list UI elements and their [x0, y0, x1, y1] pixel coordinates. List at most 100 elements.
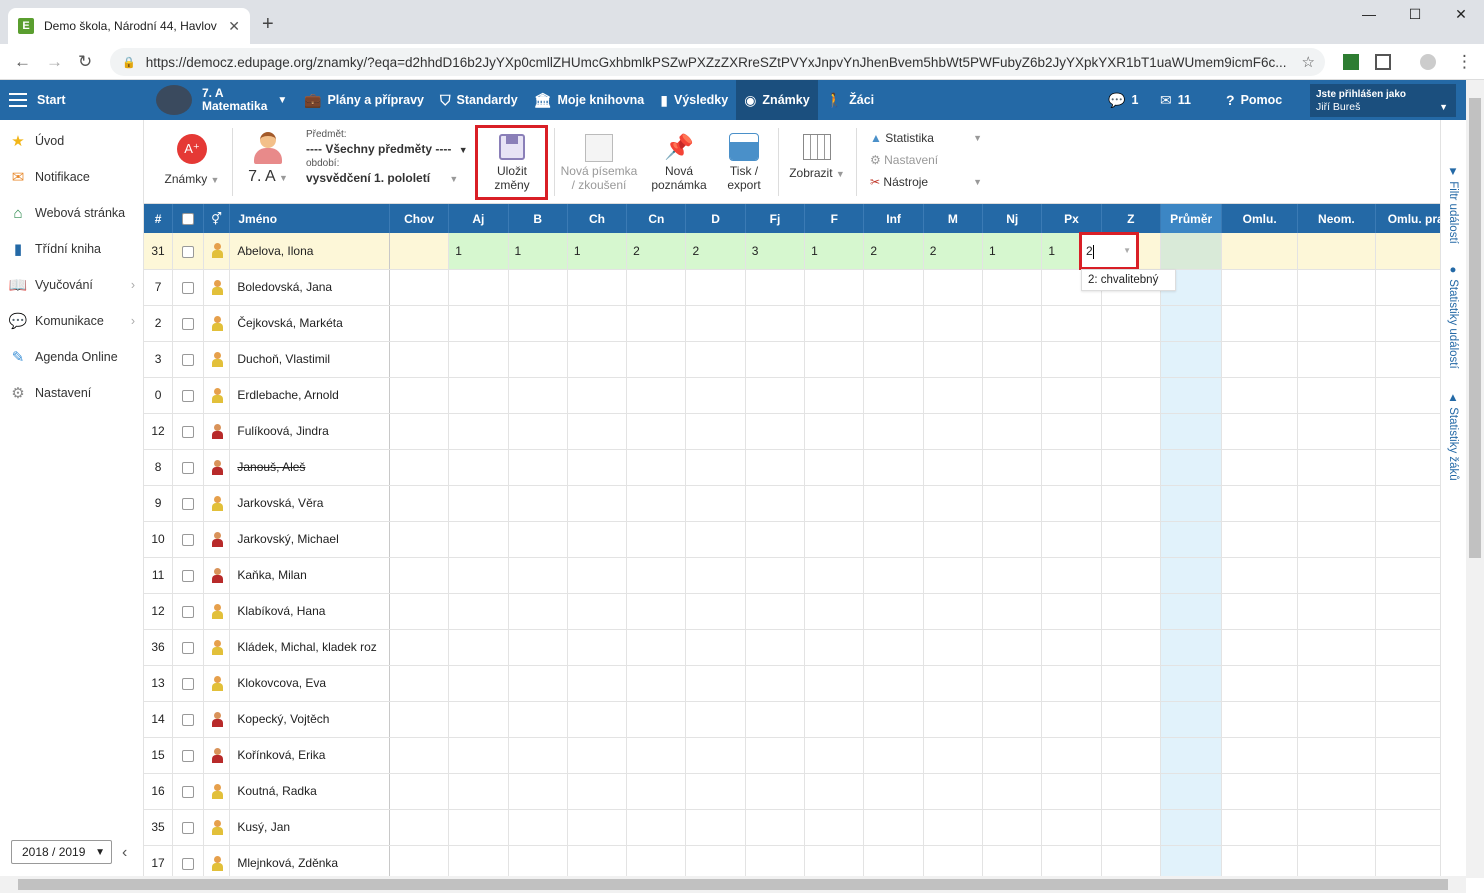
grade-cell-inf[interactable]: [863, 665, 924, 702]
grade-cell-cn[interactable]: [626, 593, 687, 630]
grade-cell-m[interactable]: [923, 521, 984, 558]
grade-cell-m[interactable]: 2: [923, 233, 984, 270]
row-select-cell[interactable]: [172, 629, 204, 666]
sidebar-item-komunikace[interactable]: 💬 Komunikace ›: [0, 303, 143, 339]
row-select-cell[interactable]: [172, 341, 204, 378]
mail-button[interactable]: ✉ 11: [1152, 80, 1199, 120]
grade-cell-px[interactable]: [1041, 485, 1102, 522]
row-select-cell[interactable]: [172, 377, 204, 414]
grade-cell-m[interactable]: [923, 377, 984, 414]
grade-cell-nj[interactable]: [982, 413, 1043, 450]
view-options-button[interactable]: Zobrazit ▼: [784, 134, 850, 181]
grade-cell-px[interactable]: [1041, 701, 1102, 738]
grade-cell-d[interactable]: [685, 377, 746, 414]
grade-cell-ch[interactable]: [567, 413, 628, 450]
row-select-cell[interactable]: [172, 269, 204, 306]
table-row[interactable]: 14 Kopecký, Vojtěch: [144, 701, 1440, 738]
row-select-cell[interactable]: [172, 701, 204, 738]
table-row[interactable]: 17 Mlejnková, Zděnka: [144, 845, 1440, 876]
row-checkbox[interactable]: [181, 677, 194, 690]
grade-cell-chov[interactable]: [389, 629, 450, 666]
grade-cell-m[interactable]: [923, 269, 984, 306]
grade-cell-inf[interactable]: [863, 485, 924, 522]
row-select-cell[interactable]: [172, 485, 204, 522]
grade-cell-aj[interactable]: [448, 269, 509, 306]
print-export-button[interactable]: Tisk / export: [716, 133, 772, 192]
grade-cell-ch[interactable]: [567, 269, 628, 306]
grade-cell-cn[interactable]: [626, 521, 687, 558]
grade-cell-aj[interactable]: [448, 845, 509, 876]
tab-statistiky-udalosti[interactable]: ● Statistiky událostí: [1447, 264, 1459, 369]
grade-cell-px[interactable]: [1041, 377, 1102, 414]
statistika-menu[interactable]: ▲ Statistika ▼: [870, 131, 982, 145]
grade-cell-f[interactable]: [804, 773, 865, 810]
table-row[interactable]: 15 Kořínková, Erika: [144, 737, 1440, 774]
row-select-cell[interactable]: [172, 665, 204, 702]
row-checkbox[interactable]: [181, 749, 194, 762]
grade-cell-fj[interactable]: [745, 521, 806, 558]
col-header-fj[interactable]: Fj: [745, 204, 806, 233]
grade-cell-f[interactable]: [804, 449, 865, 486]
grade-cell-f[interactable]: [804, 485, 865, 522]
col-header-select-all[interactable]: [172, 204, 204, 233]
grade-cell-cn[interactable]: [626, 377, 687, 414]
grade-cell-b[interactable]: [508, 269, 568, 306]
grade-cell-aj[interactable]: [448, 629, 509, 666]
grade-cell-px[interactable]: [1041, 557, 1102, 594]
grade-cell-inf[interactable]: [863, 593, 924, 630]
grade-cell-chov[interactable]: [389, 701, 450, 738]
grade-cell-cn[interactable]: [626, 773, 687, 810]
student-name[interactable]: Kusý, Jan: [229, 809, 390, 846]
grade-cell-chov[interactable]: [389, 377, 450, 414]
row-checkbox[interactable]: [181, 605, 194, 618]
grade-cell-aj[interactable]: [448, 809, 509, 846]
chevron-down-icon[interactable]: ▼: [1123, 246, 1131, 255]
grade-cell-fj[interactable]: [745, 665, 806, 702]
grade-cell-m[interactable]: [923, 485, 984, 522]
grade-cell-cn[interactable]: [626, 557, 687, 594]
grade-cell-nj[interactable]: [982, 701, 1043, 738]
user-menu[interactable]: Jste přihlášen jako Jiří Bureš ▼: [1310, 84, 1456, 117]
table-row[interactable]: 16 Koutná, Radka: [144, 773, 1440, 810]
maximize-icon[interactable]: ☐: [1392, 6, 1438, 23]
grade-cell-fj[interactable]: [745, 773, 806, 810]
grade-cell-cn[interactable]: [626, 809, 687, 846]
extension-icon[interactable]: [1343, 54, 1359, 70]
grade-cell-nj[interactable]: [982, 593, 1043, 630]
grade-cell-b[interactable]: [508, 773, 568, 810]
grade-cell-fj[interactable]: [745, 557, 806, 594]
grade-cell-chov[interactable]: [389, 233, 450, 270]
grade-cell-chov[interactable]: [389, 269, 450, 306]
col-header-omlu[interactable]: Omlu.: [1221, 204, 1299, 233]
grade-cell-nj[interactable]: [982, 485, 1043, 522]
student-name[interactable]: Jarkovská, Věra: [229, 485, 390, 522]
col-header-name[interactable]: Jméno: [229, 204, 390, 233]
student-name[interactable]: Čejkovská, Markéta: [229, 305, 390, 342]
vertical-scrollbar[interactable]: [1466, 80, 1484, 878]
grade-cell-d[interactable]: [685, 737, 746, 774]
student-name[interactable]: Klokovcova, Eva: [229, 665, 390, 702]
grade-cell-z[interactable]: [1101, 521, 1161, 558]
grade-cell-b[interactable]: [508, 557, 568, 594]
grade-cell-aj[interactable]: 1: [448, 233, 509, 270]
grade-cell-aj[interactable]: [448, 773, 509, 810]
table-row[interactable]: 0 Erdlebache, Arnold: [144, 377, 1440, 414]
grade-cell-m[interactable]: [923, 809, 984, 846]
grade-cell-b[interactable]: 1: [508, 233, 568, 270]
grade-cell-z[interactable]: [1101, 341, 1161, 378]
grade-cell-b[interactable]: [508, 593, 568, 630]
grade-cell-b[interactable]: [508, 413, 568, 450]
grade-cell-fj[interactable]: [745, 593, 806, 630]
grade-cell-aj[interactable]: [448, 449, 509, 486]
bookmark-star-icon[interactable]: ☆: [1302, 53, 1315, 71]
row-checkbox[interactable]: [181, 425, 194, 438]
grade-cell-chov[interactable]: [389, 737, 450, 774]
student-name[interactable]: Janouš, Aleš: [229, 449, 390, 486]
table-row[interactable]: 11 Kaňka, Milan: [144, 557, 1440, 594]
grade-cell-cn[interactable]: [626, 737, 687, 774]
grade-cell-f[interactable]: [804, 629, 865, 666]
class-selector[interactable]: 7. A Matematika ▼: [148, 80, 296, 120]
grade-cell-px[interactable]: [1041, 521, 1102, 558]
grade-cell-aj[interactable]: [448, 737, 509, 774]
grade-cell-cn[interactable]: [626, 305, 687, 342]
